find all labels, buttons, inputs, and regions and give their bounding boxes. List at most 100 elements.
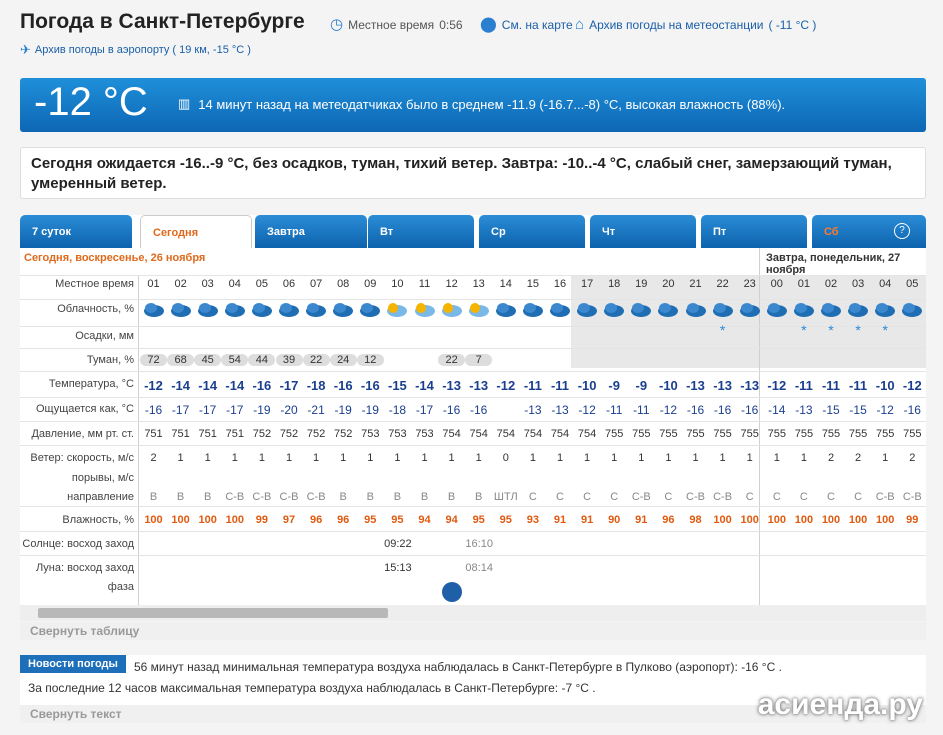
feels-cell: -14 [768, 403, 786, 417]
station-archive[interactable]: ⌂ Архив погоды на метеостанции ( -11 °C … [575, 17, 816, 32]
hour-cell: 09 [364, 278, 377, 290]
hour-cell: 19 [635, 278, 648, 290]
pressure-cell: 755 [713, 428, 732, 440]
row-label-precip: Осадки, мм [75, 330, 134, 342]
hourly-table: Сегодня, воскресенье, 26 ноября Завтра, … [20, 248, 926, 605]
temp-cell: -15 [387, 378, 407, 393]
hour-cell: 23 [743, 278, 756, 290]
wind-cell: 1 [800, 452, 807, 464]
table-scrollbar[interactable] [20, 605, 926, 621]
feels-cell: -13 [795, 403, 813, 417]
cloud-icon [574, 301, 601, 322]
row-label-time: Местное время [55, 278, 134, 290]
humidity-cell: 94 [445, 514, 458, 526]
feels-cell: -16 [903, 403, 921, 417]
hour-cell: 16 [553, 278, 567, 290]
humidity-cell: 93 [526, 514, 540, 526]
pressure-cell: 753 [415, 428, 434, 440]
cloud-icon [899, 301, 926, 322]
page-title: Погода в Санкт-Петербурге [20, 10, 305, 33]
tab-today[interactable]: Сегодня [140, 215, 252, 248]
current-weather: -12 °C ▥ 14 минут назад на метеодатчиках… [20, 78, 926, 132]
row-label-sun: Солнце: восход заход [22, 538, 134, 550]
wind-cell: 0 [502, 452, 509, 464]
fog-cell: 12 [356, 354, 384, 366]
tab-wed[interactable]: Ср [479, 215, 585, 248]
snow-icon: * [828, 322, 834, 338]
tab-7days[interactable]: 7 суток [20, 215, 132, 248]
forecast-summary: Сегодня ожидается -16..-9 °C, без осадко… [20, 147, 926, 199]
cloud-icon [303, 301, 330, 322]
direction-cell: В [420, 491, 429, 503]
direction-cell: В [475, 491, 483, 503]
row-divider [20, 299, 926, 300]
temp-cell: -13 [713, 378, 732, 393]
hour-cell: 20 [662, 278, 675, 290]
pressure-cell: 752 [279, 428, 299, 440]
humidity-cell: 100 [848, 514, 868, 526]
direction-cell: С [610, 491, 619, 503]
wind-cell: 1 [285, 452, 293, 464]
feels-cell: -19 [253, 403, 271, 417]
wind-cell: 1 [556, 452, 564, 464]
row-divider [20, 348, 926, 349]
direction-cell: С [854, 491, 863, 503]
row-divider [20, 397, 926, 398]
temp-cell: -9 [635, 378, 648, 393]
row-divider [20, 555, 926, 556]
feels-cell: -16 [144, 403, 163, 417]
fog-cell: 72 [140, 354, 167, 366]
tab-fri[interactable]: Пт [701, 215, 807, 248]
map-pin-icon: ⬤ [480, 16, 497, 33]
hour-cell: 21 [689, 278, 702, 290]
row-label-fog: Туман, % [86, 354, 134, 366]
hour-cell: 05 [906, 278, 919, 290]
pressure-cell: 755 [605, 428, 624, 440]
temp-cell: -12 [767, 378, 787, 393]
help-icon[interactable]: ? [894, 223, 910, 239]
map-link[interactable]: ⬤ См. на карте [480, 17, 573, 32]
wind-cell: 1 [177, 452, 184, 464]
direction-cell: С-В [902, 491, 922, 503]
feels-cell: -11 [605, 403, 623, 417]
humidity-cell: 100 [794, 514, 814, 526]
hour-cell: 03 [201, 278, 214, 290]
cloud-icon [194, 301, 221, 322]
cloud-icon [140, 301, 167, 322]
current-summary: ▥ 14 минут назад на метеодатчиках было в… [178, 96, 786, 112]
tab-tomorrow[interactable]: Завтра [255, 215, 367, 248]
feels-cell: -17 [199, 403, 217, 417]
tab-thu[interactable]: Чт [590, 215, 696, 248]
direction-cell: В [149, 491, 158, 503]
pressure-cell: 752 [334, 428, 353, 440]
cloud-icon [492, 301, 519, 322]
cloud-icon [384, 301, 411, 322]
temp-cell: -18 [306, 378, 326, 393]
direction-cell: С-В [713, 491, 733, 503]
tab-tue[interactable]: Вт [368, 215, 474, 248]
pressure-cell: 754 [550, 428, 570, 440]
pressure-cell: 755 [767, 428, 786, 440]
row-label-moon: Луна: восход заход [35, 562, 134, 574]
wind-cell: 1 [773, 452, 780, 464]
wind-cell: 2 [909, 452, 916, 464]
direction-cell: В [393, 491, 402, 503]
pressure-cell: 754 [577, 428, 597, 440]
humidity-cell: 99 [255, 514, 269, 526]
feels-cell: -17 [226, 403, 244, 417]
collapse-table-button[interactable]: Свернуть таблицу [20, 622, 926, 640]
row-divider [20, 371, 926, 372]
temp-cell: -13 [469, 378, 489, 393]
direction-cell: С [827, 491, 835, 503]
humidity-cell: 100 [740, 514, 759, 526]
hour-cell: 12 [445, 278, 458, 290]
wind-cell: 1 [665, 452, 672, 464]
feels-cell: -12 [578, 403, 596, 417]
wind-cell: 1 [394, 452, 401, 464]
row-label-feels: Ощущается как, °C [35, 403, 134, 415]
sunset: 16:10 [465, 538, 493, 550]
scroll-thumb[interactable] [38, 608, 388, 618]
airport-archive[interactable]: ✈ Архив погоды в аэропорту ( 19 км, -15 … [20, 43, 251, 56]
cloud-icon [736, 301, 763, 322]
humidity-cell: 100 [713, 514, 732, 526]
